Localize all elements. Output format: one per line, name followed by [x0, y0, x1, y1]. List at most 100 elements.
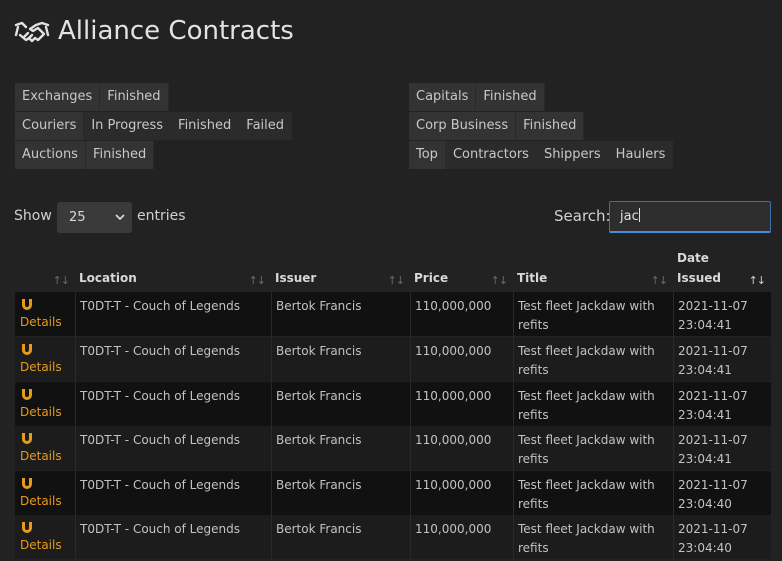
column-header-title[interactable]: Title ↑↓	[513, 250, 673, 294]
details-cell: Details	[15, 471, 75, 515]
entries-label: entries	[137, 208, 186, 224]
couriers-in-progress-button[interactable]: In Progress	[84, 112, 172, 140]
details-link[interactable]: Details	[20, 315, 62, 329]
details-cell: Details	[15, 426, 75, 470]
search-input-value: jac	[620, 209, 639, 224]
exchanges-filter-group: Exchanges Finished	[15, 83, 169, 111]
date-cell: 2021-11-07 23:04:40	[673, 515, 771, 559]
couriers-button[interactable]: Couriers	[15, 112, 85, 140]
corp-business-filter-group: Corp Business Finished	[409, 112, 585, 140]
table-row: Details T0DT-T - Couch of Legends Bertok F…	[15, 292, 771, 336]
date-cell: 2021-11-07 23:04:41	[673, 337, 771, 381]
sort-arrows-icon: ↑↓	[490, 274, 508, 287]
magnet-icon	[22, 344, 32, 355]
search-label: Search:	[554, 207, 611, 225]
issuer-cell: Bertok Francis	[271, 426, 410, 470]
table-row: Details T0DT-T - Couch of Legends Bertok F…	[15, 426, 771, 470]
table-row: Details T0DT-T - Couch of Legends Bertok F…	[15, 515, 771, 559]
capitals-button[interactable]: Capitals	[409, 83, 477, 111]
text-cursor	[638, 208, 640, 222]
price-cell: 110,000,000	[410, 337, 513, 381]
details-link[interactable]: Details	[20, 360, 62, 374]
issuer-cell: Bertok Francis	[271, 515, 410, 559]
chevron-down-icon	[114, 202, 126, 245]
sort-arrows-icon: ↑↓	[387, 274, 405, 287]
location-cell: T0DT-T - Couch of Legends	[75, 426, 271, 470]
column-header-date-issued[interactable]: Date Issued ↑↓	[673, 250, 771, 294]
issuer-cell: Bertok Francis	[271, 337, 410, 381]
location-cell: T0DT-T - Couch of Legends	[75, 292, 271, 336]
details-cell: Details	[15, 382, 75, 426]
column-header-location[interactable]: Location ↑↓	[75, 250, 271, 294]
issuer-cell: Bertok Francis	[271, 292, 410, 336]
magnet-icon	[22, 522, 32, 533]
title-cell: Test fleet Jackdaw with refits	[513, 337, 673, 381]
show-label: Show	[14, 208, 52, 224]
issuer-cell: Bertok Francis	[271, 471, 410, 515]
handshake-icon	[14, 21, 50, 43]
sort-arrows-icon: ↑↓	[52, 274, 70, 287]
title-cell: Test fleet Jackdaw with refits	[513, 515, 673, 559]
table-row: Details T0DT-T - Couch of Legends Bertok F…	[15, 337, 771, 381]
page-title: Alliance Contracts	[14, 16, 294, 46]
auctions-filter-group: Auctions Finished	[15, 141, 155, 169]
entries-select[interactable]: 25	[57, 202, 132, 233]
details-link[interactable]: Details	[20, 449, 62, 463]
date-cell: 2021-11-07 23:04:41	[673, 426, 771, 470]
price-cell: 110,000,000	[410, 292, 513, 336]
capitals-filter-group: Capitals Finished	[409, 83, 545, 111]
title-cell: Test fleet Jackdaw with refits	[513, 382, 673, 426]
date-cell: 2021-11-07 23:04:40	[673, 471, 771, 515]
sort-arrows-icon: ↑↓	[650, 274, 668, 287]
entries-select-value: 25	[69, 210, 86, 225]
exchanges-finished-button[interactable]: Finished	[100, 83, 169, 111]
table-row: Details T0DT-T - Couch of Legends Bertok F…	[15, 382, 771, 426]
price-cell: 110,000,000	[410, 515, 513, 559]
top-button[interactable]: Top	[409, 141, 446, 169]
top-filter-group: Top Contractors Shippers Haulers	[409, 141, 674, 169]
magnet-icon	[22, 478, 32, 489]
title-cell: Test fleet Jackdaw with refits	[513, 471, 673, 515]
magnet-icon	[22, 389, 32, 400]
column-header-actions[interactable]: ↑↓	[15, 250, 75, 294]
couriers-failed-button[interactable]: Failed	[239, 112, 293, 140]
details-cell: Details	[15, 337, 75, 381]
sort-arrows-icon: ↑↓	[248, 274, 266, 287]
corp-business-finished-button[interactable]: Finished	[516, 112, 585, 140]
column-header-issuer[interactable]: Issuer ↑↓	[271, 250, 410, 294]
capitals-finished-button[interactable]: Finished	[476, 83, 545, 111]
details-cell: Details	[15, 515, 75, 559]
magnet-icon	[22, 299, 32, 310]
location-cell: T0DT-T - Couch of Legends	[75, 471, 271, 515]
corp-business-button[interactable]: Corp Business	[409, 112, 517, 140]
price-cell: 110,000,000	[410, 382, 513, 426]
title-cell: Test fleet Jackdaw with refits	[513, 426, 673, 470]
auctions-finished-button[interactable]: Finished	[85, 141, 155, 169]
top-contractors-button[interactable]: Contractors	[445, 141, 537, 169]
location-cell: T0DT-T - Couch of Legends	[75, 337, 271, 381]
date-cell: 2021-11-07 23:04:41	[673, 382, 771, 426]
date-cell: 2021-11-07 23:04:41	[673, 292, 771, 336]
details-link[interactable]: Details	[20, 538, 62, 552]
price-cell: 110,000,000	[410, 426, 513, 470]
couriers-filter-group: Couriers In Progress Finished Failed	[15, 112, 293, 140]
page-title-text: Alliance Contracts	[58, 16, 294, 46]
details-link[interactable]: Details	[20, 494, 62, 508]
sort-desc-icon: ↑↓	[748, 274, 766, 287]
couriers-finished-button[interactable]: Finished	[171, 112, 240, 140]
column-header-price[interactable]: Price ↑↓	[410, 250, 513, 294]
exchanges-button[interactable]: Exchanges	[15, 83, 101, 111]
location-cell: T0DT-T - Couch of Legends	[75, 515, 271, 559]
search-input[interactable]: jac	[609, 201, 771, 233]
table-row: Details T0DT-T - Couch of Legends Bertok F…	[15, 471, 771, 515]
magnet-icon	[22, 433, 32, 444]
details-cell: Details	[15, 292, 75, 336]
top-haulers-button[interactable]: Haulers	[608, 141, 674, 169]
auctions-button[interactable]: Auctions	[15, 141, 86, 169]
location-cell: T0DT-T - Couch of Legends	[75, 382, 271, 426]
top-shippers-button[interactable]: Shippers	[536, 141, 609, 169]
issuer-cell: Bertok Francis	[271, 382, 410, 426]
details-link[interactable]: Details	[20, 405, 62, 419]
title-cell: Test fleet Jackdaw with refits	[513, 292, 673, 336]
price-cell: 110,000,000	[410, 471, 513, 515]
